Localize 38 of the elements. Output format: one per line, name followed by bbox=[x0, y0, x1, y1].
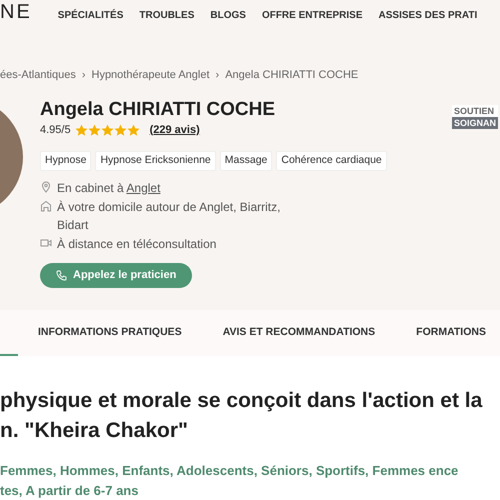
tab[interactable]: INFORMATIONS PRATIQUES bbox=[38, 310, 182, 356]
nav-link[interactable]: SPÉCIALITÉS bbox=[58, 8, 124, 22]
tag: Hypnose Ericksonienne bbox=[95, 151, 216, 171]
nav-link[interactable]: ASSISES DES PRATI bbox=[378, 8, 478, 22]
location-text: À distance en téléconsultation bbox=[57, 236, 218, 253]
nav-link[interactable]: TROUBLES bbox=[139, 8, 194, 22]
reviews-link[interactable]: (229 avis) bbox=[150, 122, 200, 138]
star-icon bbox=[74, 124, 88, 136]
tag: Hypnose bbox=[40, 151, 92, 171]
nav-link[interactable]: OFFRE ENTREPRISE bbox=[262, 8, 363, 22]
phone-icon bbox=[56, 270, 67, 281]
audience-text: Femmes, Hommes, Enfants, Adolescents, Séniors, Sportifs, Femmes ence tes, A partir de 6-7 ans bbox=[0, 462, 460, 500]
quote-text: physique et morale se conçoit dans l'action et la n. "Kheira Chakor" bbox=[0, 388, 484, 444]
location-link[interactable]: Anglet bbox=[126, 180, 160, 195]
location-text: À votre domicile autour de Anglet, Biarritz, Bidart bbox=[57, 198, 282, 234]
rating-score: 4.95/5 bbox=[40, 122, 71, 138]
call-button[interactable]: Appelez le praticien bbox=[40, 262, 192, 288]
video-camera-icon bbox=[40, 236, 52, 249]
logo[interactable]: NE bbox=[0, 0, 32, 27]
tab[interactable]: AVIS ET RECOMMANDATIONS bbox=[222, 310, 376, 356]
breadcrumb-link[interactable]: ées-Atlantiques bbox=[0, 67, 76, 84]
breadcrumb-link[interactable]: Hypnothérapeute Anglet bbox=[92, 67, 210, 84]
star-icon bbox=[126, 124, 140, 136]
star-icon bbox=[88, 124, 101, 136]
star-icon bbox=[114, 124, 127, 136]
breadcrumb-separator: › bbox=[82, 68, 86, 83]
location-text: En cabinet à Anglet bbox=[57, 180, 162, 197]
star-icon bbox=[100, 124, 114, 136]
location-pin-icon bbox=[40, 180, 52, 193]
tab[interactable]: FORMATIONS bbox=[416, 310, 486, 356]
tag: Massage bbox=[220, 151, 272, 171]
tag: Cohérence cardiaque bbox=[276, 151, 387, 171]
house-icon bbox=[40, 200, 52, 212]
tab-indicator bbox=[0, 354, 18, 356]
breadcrumb-separator: › bbox=[216, 68, 220, 83]
profile-name: Angela CHIRIATTI COCHE bbox=[40, 98, 276, 120]
nav-link[interactable]: BLOGS bbox=[210, 8, 246, 22]
breadcrumb-link[interactable]: Angela CHIRIATTI COCHE bbox=[225, 67, 358, 84]
